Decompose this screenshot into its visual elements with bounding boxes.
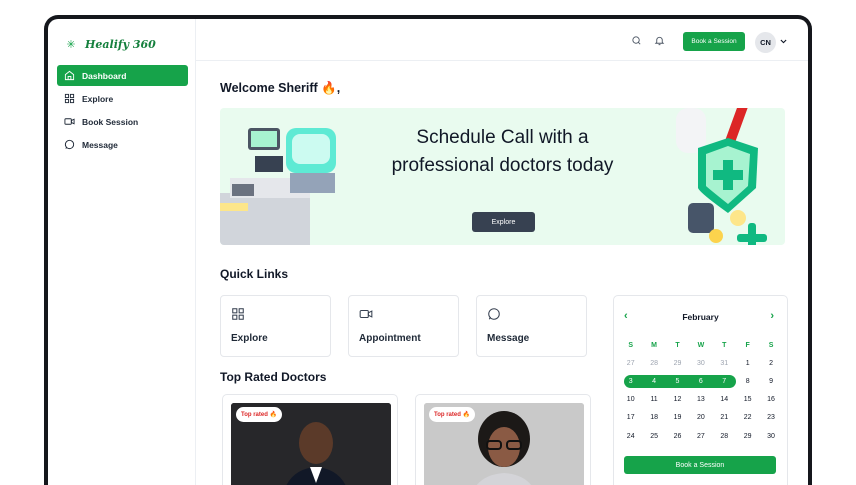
video-icon [359,309,373,319]
sidebar-item-dashboard[interactable]: Dashboard [57,65,188,86]
calendar-week-row: 3456789 [619,372,783,390]
calendar-day[interactable]: 30 [759,433,782,440]
app-window: ✳ Healify 360 Dashboard Explore Book Ses… [44,15,812,485]
chat-icon [64,139,75,150]
calendar-day[interactable]: 9 [759,378,782,385]
calendar-month: February [682,312,719,322]
calendar-weekday: T [722,341,727,349]
bell-icon[interactable] [654,35,665,46]
avatar[interactable]: CN [755,32,776,53]
calendar-day[interactable]: 15 [736,396,759,403]
doctor-card[interactable]: Top rated 🔥 [222,394,398,485]
calendar-day[interactable]: 29 [666,360,689,367]
quick-link-label: Explore [231,333,268,344]
calendar-day[interactable]: 31 [713,360,736,367]
calendar-day[interactable]: 27 [619,360,642,367]
calendar-day[interactable]: 17 [619,414,642,421]
calendar-weekday: T [675,341,680,349]
calendar-day[interactable]: 22 [736,414,759,421]
calendar-weekday: S [628,341,634,349]
search-icon[interactable] [631,35,642,46]
grid-icon [64,93,75,104]
quick-link-message[interactable]: Message [476,295,587,357]
logo-icon: ✳ [66,38,76,51]
sidebar-item-label: Message [82,139,118,150]
top-doctors-title: Top Rated Doctors [220,370,327,384]
calendar-weekday: S [768,341,774,349]
calendar-day[interactable]: 12 [666,396,689,403]
calendar-day[interactable]: 2 [759,360,782,367]
quick-link-explore[interactable]: Explore [220,295,331,357]
calendar-week-row: 27 28 29 30 31 1 2 [619,354,783,372]
calendar-day[interactable]: 27 [689,433,712,440]
calendar-day[interactable]: 7 [713,378,736,385]
logo[interactable]: ✳ Healify 360 [65,38,156,51]
banner-title: Schedule Call with a professional doctor… [391,127,614,176]
doctor-card[interactable]: Top rated 🔥 [415,394,591,485]
calendar-day[interactable]: 19 [666,414,689,421]
calendar-day[interactable]: 4 [642,378,665,385]
grid-icon [232,308,244,320]
calendar-day[interactable]: 3 [619,378,642,385]
medical-equipment-illustration [220,128,336,245]
sidebar-item-explore[interactable]: Explore [57,88,188,109]
calendar-weekday: W [697,341,705,349]
sidebar-item-label: Dashboard [82,70,127,81]
calendar-weekday: M [651,341,657,349]
calendar-weekday: F [745,341,750,349]
calendar-day[interactable]: 11 [642,396,665,403]
calendar-day[interactable]: 28 [713,433,736,440]
calendar-day[interactable]: 28 [642,360,665,367]
calendar-day[interactable]: 21 [713,414,736,421]
calendar-week-row: 10 11 12 13 14 15 16 [619,391,783,409]
calendar-weekday-row: SMTWTFS [619,336,783,354]
video-icon [64,118,75,125]
sidebar-item-label: Book Session [82,116,139,127]
calendar-day[interactable]: 10 [619,396,642,403]
calendar-day[interactable]: 30 [689,360,712,367]
calendar-day[interactable]: 25 [642,433,665,440]
home-icon [64,70,75,81]
quick-links-title: Quick Links [220,267,289,281]
explore-button[interactable]: Explore [472,212,535,232]
doctor-photo: Top rated 🔥 [231,403,391,485]
calendar-day[interactable]: 23 [759,414,782,421]
sidebar-item-label: Explore [82,93,114,104]
book-session-button[interactable]: Book a Session [683,32,745,51]
chevron-down-icon[interactable] [779,37,788,46]
top-rated-badge: Top rated 🔥 [429,407,476,422]
sidebar: ✳ Healify 360 Dashboard Explore Book Ses… [48,19,196,485]
calendar-day[interactable]: 16 [759,396,782,403]
calendar-day[interactable]: 26 [666,433,689,440]
sidebar-item-message[interactable]: Message [57,134,188,155]
calendar-week-row: 24 25 26 27 28 29 30 [619,427,783,445]
calendar-day[interactable]: 13 [689,396,712,403]
calendar-day[interactable]: 8 [736,378,759,385]
promo-banner: Schedule Call with a professional doctor… [220,108,785,245]
sidebar-item-book-session[interactable]: Book Session [57,111,188,132]
chat-icon [488,308,500,320]
calendar-day[interactable]: 5 [666,378,689,385]
quick-link-appointment[interactable]: Appointment [348,295,459,357]
calendar-week-row: 17 18 19 20 21 22 23 [619,409,783,427]
sidebar-nav: Dashboard Explore Book Session Message [57,65,188,157]
calendar-day[interactable]: 18 [642,414,665,421]
calendar-next-button[interactable]: › [770,310,774,322]
calendar-widget: ‹ February › S M T W T F S 27 28 29 30 31 1 2 3 4 5 6 7 8 9 1… [613,295,788,485]
calendar-day[interactable]: 20 [689,414,712,421]
welcome-heading: Welcome Sheriff 🔥, [220,81,341,95]
doctor-photo: Top rated 🔥 [424,403,584,485]
quick-link-label: Message [487,333,530,344]
calendar-grid: S M T W T F S 27 28 29 30 31 1 2 3 4 5 6 7 8 9 10 11 12 13 14 15 16… [619,336,783,445]
top-rated-badge: Top rated 🔥 [236,407,283,422]
health-shield-illustration [676,108,767,245]
calendar-day[interactable]: 1 [736,360,759,367]
brand-name: Healify 360 [85,38,156,51]
calendar-day[interactable]: 24 [619,433,642,440]
calendar-book-button[interactable]: Book a Session [624,456,776,474]
quick-link-label: Appointment [359,333,421,344]
calendar-day[interactable]: 14 [713,396,736,403]
calendar-day[interactable]: 29 [736,433,759,440]
calendar-day[interactable]: 6 [689,378,712,385]
